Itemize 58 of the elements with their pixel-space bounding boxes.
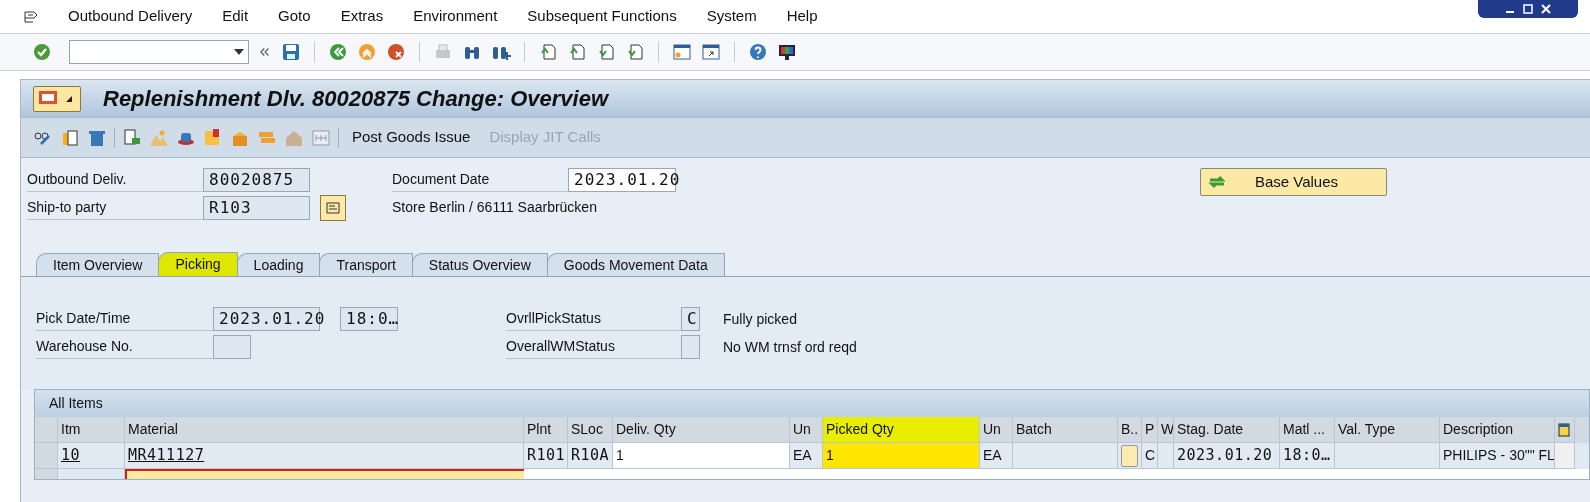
- last-page-icon[interactable]: [625, 42, 645, 62]
- tab[interactable]: Item Overview: [36, 253, 160, 276]
- input-field[interactable]: [681, 335, 700, 359]
- menu-item[interactable]: Environment: [413, 5, 498, 28]
- column-header[interactable]: Picked Qty: [823, 417, 980, 443]
- input-field[interactable]: [213, 335, 251, 359]
- base-values-button[interactable]: Base Values: [1200, 168, 1387, 196]
- toolbar-button[interactable]: Post Goods Issue: [346, 126, 477, 149]
- menu-item[interactable]: Extras: [340, 5, 384, 28]
- dropdown-icon[interactable]: [234, 49, 244, 55]
- input-field[interactable]: 80020875: [203, 168, 310, 192]
- table-cell: 1: [613, 443, 790, 469]
- first-page-icon[interactable]: [538, 42, 558, 62]
- menu-item[interactable]: Help: [786, 5, 818, 28]
- input-field[interactable]: C: [681, 307, 700, 331]
- monitor-icon[interactable]: [777, 42, 797, 62]
- scroll-bar[interactable]: [1555, 443, 1575, 469]
- table-cell: 1: [823, 443, 980, 469]
- new-window-icon[interactable]: [672, 42, 692, 62]
- tab[interactable]: Loading: [236, 253, 321, 276]
- status-text: No WM trnsf ord reqd: [723, 337, 857, 357]
- screen-title: Replenishment Dlv. 80020875 Change: Overview: [103, 85, 608, 113]
- status-text: Fully picked: [723, 309, 797, 329]
- column-settings-icon[interactable]: [1558, 422, 1570, 437]
- input-field[interactable]: R103: [203, 196, 310, 220]
- document-icon[interactable]: [122, 127, 142, 148]
- close-icon[interactable]: [1539, 3, 1553, 15]
- shortcut-window-icon[interactable]: [701, 42, 721, 62]
- cancel-icon[interactable]: [386, 42, 406, 62]
- create-icon[interactable]: [60, 127, 80, 148]
- material-input[interactable]: [125, 469, 524, 479]
- tab[interactable]: Goods Movement Data: [546, 253, 725, 276]
- menu-item[interactable]: Goto: [278, 5, 311, 28]
- system-menu-button[interactable]: [33, 85, 81, 112]
- maximize-icon[interactable]: [1521, 3, 1535, 15]
- caret-icon: [66, 95, 72, 102]
- save-icon[interactable]: [281, 42, 301, 62]
- help-icon[interactable]: [748, 42, 768, 62]
- check-icon[interactable]: [32, 42, 52, 62]
- address-button[interactable]: [320, 195, 346, 221]
- input-field[interactable]: 18:0…: [340, 307, 398, 331]
- party-name: Store Berlin / 66111 Saarbrücken: [392, 197, 598, 217]
- network-icon[interactable]: [311, 127, 331, 148]
- tab[interactable]: Status Overview: [411, 253, 548, 276]
- next-page-icon[interactable]: [596, 42, 616, 62]
- menu-item[interactable]: Edit: [222, 5, 249, 28]
- menu-item[interactable]: Subsequent Functions: [527, 5, 677, 28]
- window-controls[interactable]: [1478, 0, 1578, 18]
- table-title-bar: All Items: [35, 390, 1589, 417]
- command-field[interactable]: [69, 40, 249, 64]
- menu-item[interactable]: System: [706, 5, 757, 28]
- document-icon: [326, 202, 340, 214]
- menu-item[interactable]: Outbound Delivery: [68, 5, 193, 28]
- exit-icon[interactable]: [357, 42, 377, 62]
- tab[interactable]: Transport: [319, 253, 413, 276]
- previous-page-icon[interactable]: [567, 42, 587, 62]
- tab[interactable]: Picking: [158, 252, 238, 276]
- back-icon[interactable]: [328, 42, 348, 62]
